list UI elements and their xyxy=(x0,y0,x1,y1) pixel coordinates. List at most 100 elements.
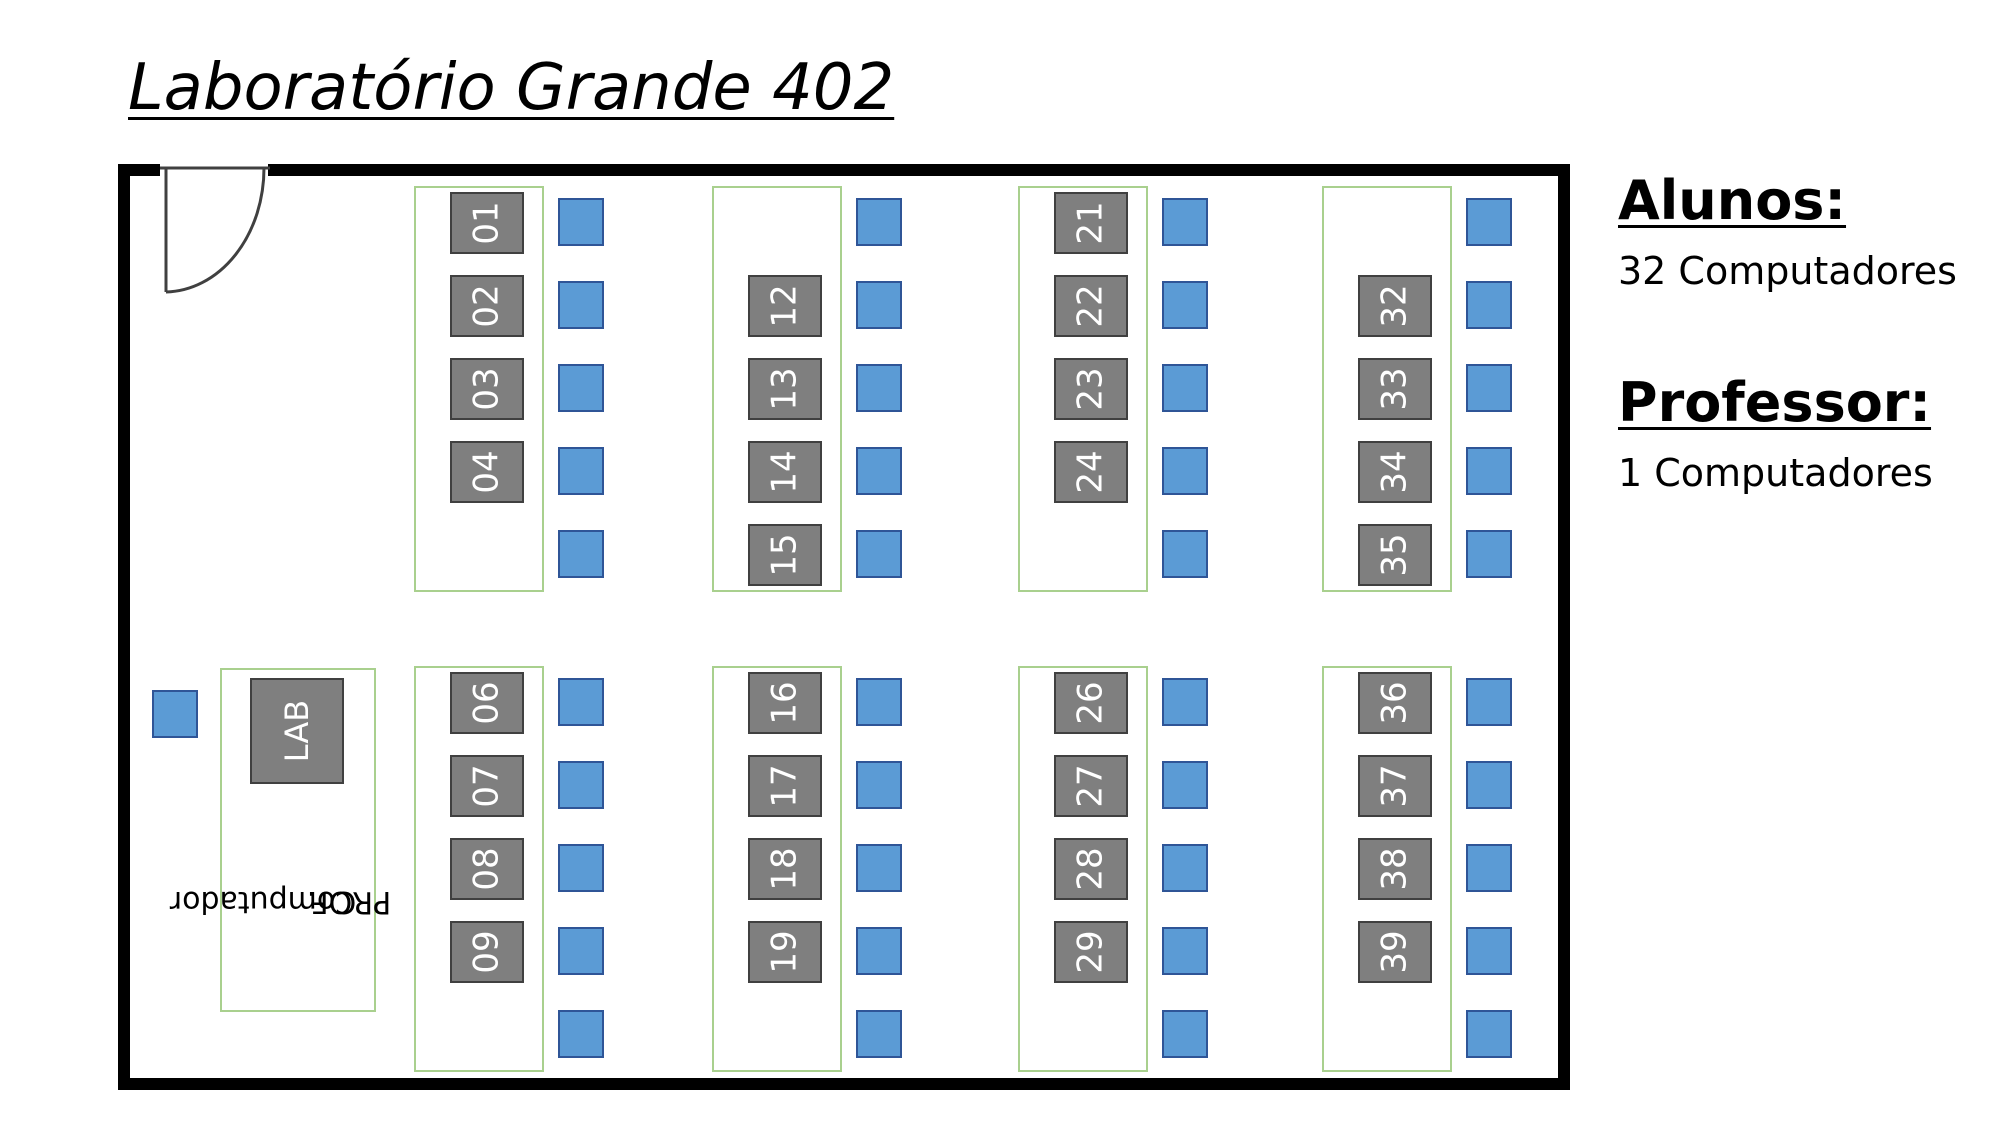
computer-12[interactable]: 12 xyxy=(748,275,822,337)
computer-29[interactable]: 29 xyxy=(1054,921,1128,983)
computer-38[interactable]: 38 xyxy=(1358,838,1432,900)
chair xyxy=(558,364,604,412)
computer-number: 08 xyxy=(466,847,507,891)
chair xyxy=(558,447,604,495)
computer-number: 33 xyxy=(1374,367,1415,411)
chair xyxy=(1162,447,1208,495)
computer-21[interactable]: 21 xyxy=(1054,192,1128,254)
computer-number: 27 xyxy=(1070,764,1111,808)
chair xyxy=(1466,530,1512,578)
computer-01[interactable]: 01 xyxy=(450,192,524,254)
computer-number: 35 xyxy=(1374,533,1415,577)
computer-number: 15 xyxy=(764,533,805,577)
computer-number: 23 xyxy=(1070,367,1111,411)
computer-number: 06 xyxy=(466,681,507,725)
computer-number: 02 xyxy=(466,284,507,328)
computer-number: 19 xyxy=(764,930,805,974)
chair xyxy=(1466,927,1512,975)
computer-number: 07 xyxy=(466,764,507,808)
computer-03[interactable]: 03 xyxy=(450,358,524,420)
computer-number: 18 xyxy=(764,847,805,891)
chair xyxy=(856,844,902,892)
chair xyxy=(558,1010,604,1058)
computer-37[interactable]: 37 xyxy=(1358,755,1432,817)
computer-number: 38 xyxy=(1374,847,1415,891)
chair xyxy=(1162,364,1208,412)
computer-number: 39 xyxy=(1374,930,1415,974)
computer-number: 22 xyxy=(1070,284,1111,328)
computer-24[interactable]: 24 xyxy=(1054,441,1128,503)
chair xyxy=(1466,1010,1512,1058)
computer-number: 21 xyxy=(1070,201,1111,245)
computer-number: 26 xyxy=(1070,681,1111,725)
computer-28[interactable]: 28 xyxy=(1054,838,1128,900)
teacher-caption: Computador PROF. xyxy=(170,800,391,1000)
computer-06[interactable]: 06 xyxy=(450,672,524,734)
computer-number: 03 xyxy=(466,367,507,411)
computer-17[interactable]: 17 xyxy=(748,755,822,817)
computer-number: 28 xyxy=(1070,847,1111,891)
computer-13[interactable]: 13 xyxy=(748,358,822,420)
chair xyxy=(856,530,902,578)
computer-23[interactable]: 23 xyxy=(1054,358,1128,420)
computer-19[interactable]: 19 xyxy=(748,921,822,983)
chair xyxy=(558,844,604,892)
chair xyxy=(558,761,604,809)
teacher-heading: Professor: xyxy=(1618,371,1932,434)
computer-35[interactable]: 35 xyxy=(1358,524,1432,586)
computer-number: 01 xyxy=(466,201,507,245)
computer-number: 14 xyxy=(764,450,805,494)
computer-22[interactable]: 22 xyxy=(1054,275,1128,337)
computer-09[interactable]: 09 xyxy=(450,921,524,983)
chair xyxy=(1162,761,1208,809)
computer-number: 13 xyxy=(764,367,805,411)
computer-number: 37 xyxy=(1374,764,1415,808)
computer-number: 24 xyxy=(1070,450,1111,494)
chair xyxy=(1466,447,1512,495)
chair xyxy=(1162,198,1208,246)
chair xyxy=(1466,281,1512,329)
computer-number: 29 xyxy=(1070,930,1111,974)
computer-32[interactable]: 32 xyxy=(1358,275,1432,337)
computer-number: 16 xyxy=(764,681,805,725)
chair xyxy=(1162,927,1208,975)
computer-02[interactable]: 02 xyxy=(450,275,524,337)
computer-07[interactable]: 07 xyxy=(450,755,524,817)
computer-36[interactable]: 36 xyxy=(1358,672,1432,734)
chair xyxy=(1466,198,1512,246)
chair xyxy=(558,678,604,726)
teacher-computer[interactable]: LAB xyxy=(250,678,344,784)
computer-27[interactable]: 27 xyxy=(1054,755,1128,817)
computer-34[interactable]: 34 xyxy=(1358,441,1432,503)
teacher-count: 1 Computadores xyxy=(1618,451,1933,495)
chair xyxy=(1466,364,1512,412)
computer-39[interactable]: 39 xyxy=(1358,921,1432,983)
computer-26[interactable]: 26 xyxy=(1054,672,1128,734)
chair xyxy=(1466,761,1512,809)
chair xyxy=(856,678,902,726)
students-heading: Alunos: xyxy=(1618,169,1847,232)
page-title: Laboratório Grande 402 xyxy=(128,51,895,125)
chair xyxy=(1162,844,1208,892)
computer-15[interactable]: 15 xyxy=(748,524,822,586)
computer-16[interactable]: 16 xyxy=(748,672,822,734)
computer-number: 34 xyxy=(1374,450,1415,494)
computer-18[interactable]: 18 xyxy=(748,838,822,900)
computer-14[interactable]: 14 xyxy=(748,441,822,503)
chair xyxy=(856,447,902,495)
computer-33[interactable]: 33 xyxy=(1358,358,1432,420)
computer-number: 12 xyxy=(764,284,805,328)
door-icon xyxy=(160,166,270,294)
chair xyxy=(1162,530,1208,578)
computer-08[interactable]: 08 xyxy=(450,838,524,900)
computer-04[interactable]: 04 xyxy=(450,441,524,503)
chair xyxy=(1162,678,1208,726)
chair xyxy=(1466,844,1512,892)
chair xyxy=(558,530,604,578)
chair xyxy=(856,927,902,975)
chair xyxy=(856,281,902,329)
chair xyxy=(1466,678,1512,726)
computer-number: 09 xyxy=(466,930,507,974)
teacher-chair xyxy=(152,690,198,738)
computer-number: 17 xyxy=(764,764,805,808)
